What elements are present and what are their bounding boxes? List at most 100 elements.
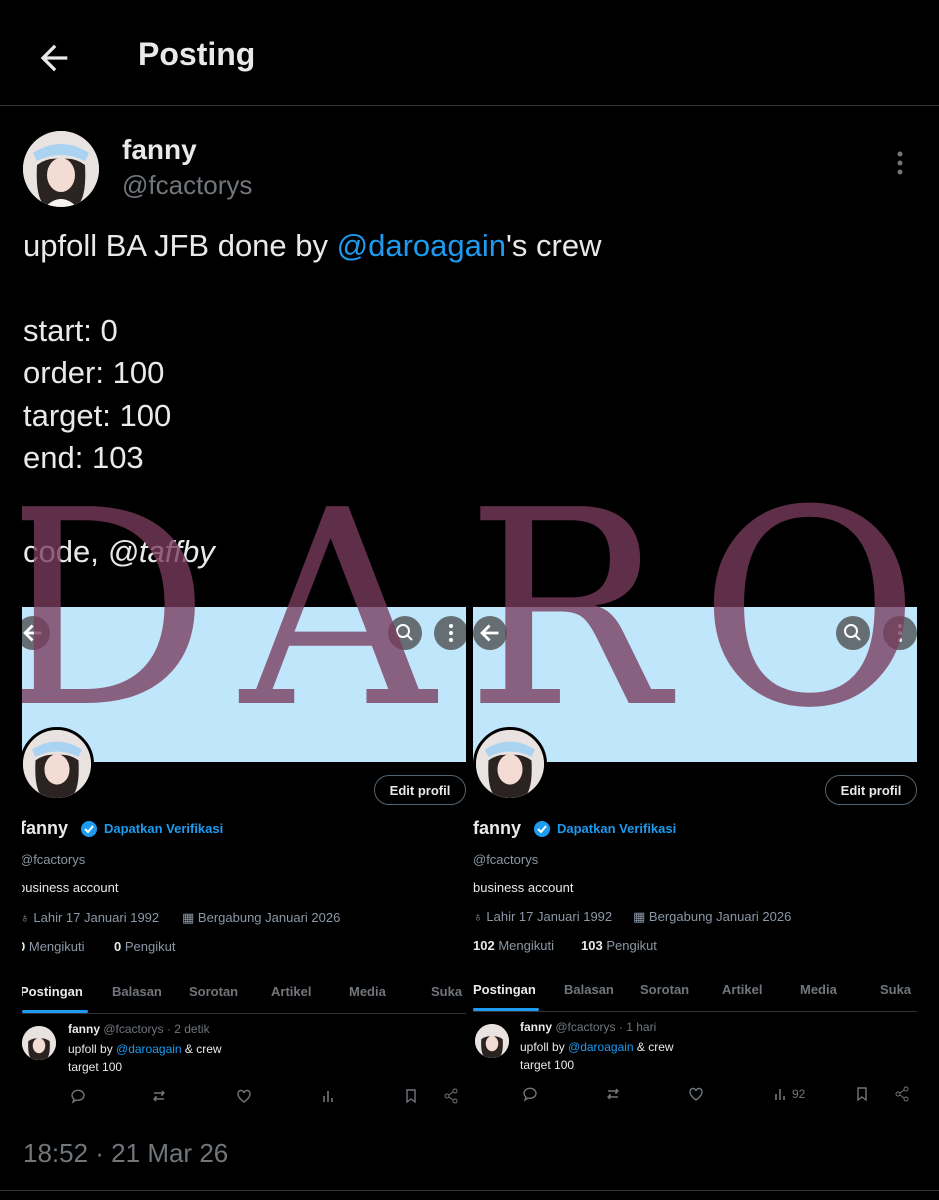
joined-info: ▦ Bergabung Januari 2026: [182, 910, 340, 926]
following-count: 0: [22, 939, 25, 954]
profile-tabs: Postingan Balasan Sorotan Artikel Media …: [473, 982, 917, 1012]
bookmark-icon: [857, 1087, 867, 1102]
tab-media: Media: [349, 984, 386, 999]
post-text-prefix: upfoll by: [520, 1040, 569, 1054]
followers-label: Pengikut: [124, 939, 176, 954]
author-avatar[interactable]: [23, 131, 99, 207]
search-icon: [836, 616, 870, 650]
more-options-icon: [883, 616, 917, 650]
profile-name: fanny: [22, 818, 69, 838]
mention-link[interactable]: @daroagain: [337, 228, 506, 263]
post-text: upfoll by @daroagain & crew: [520, 1040, 674, 1054]
bookmark-icon: [406, 1089, 416, 1104]
tweet-line-end: end: 103: [23, 440, 144, 475]
following-label: Mengikuti: [28, 939, 85, 954]
tab-media: Media: [800, 982, 837, 997]
back-arrow-icon: [22, 616, 50, 650]
tab-postingan: Postingan: [22, 984, 83, 999]
post-meta: @fcactorys · 1 hari: [555, 1020, 657, 1034]
get-verified-link: Dapatkan Verifikasi: [104, 821, 224, 836]
post-avatar: [22, 1026, 56, 1060]
post-header: fanny @fcactorys · 2 detik: [68, 1022, 210, 1036]
joined-date: Bergabung Januari 2026: [197, 910, 341, 925]
birth-date: Lahir 17 Januari 1992: [486, 909, 613, 924]
attached-screenshot-2[interactable]: Edit profil fanny Dapatkan Verifikasi @f…: [473, 607, 917, 1117]
tweet-line-target: target: 100: [23, 398, 172, 433]
post-timestamp: 18:52 · 21 Mar 26: [23, 1138, 229, 1168]
edit-profile-button: Edit profil: [374, 775, 466, 805]
divider: [0, 1190, 939, 1191]
code-mention[interactable]: @taffby: [107, 534, 214, 569]
author-handle[interactable]: @fcactorys: [122, 170, 252, 201]
author-name[interactable]: fanny: [122, 134, 197, 166]
profile-handle: @fcactorys: [22, 852, 86, 867]
joined-info: ▦ Bergabung Januari 2026: [633, 909, 791, 925]
balloon-icon: ♁: [473, 909, 483, 924]
edit-profile-button: Edit profil: [825, 775, 917, 805]
tab-artikel: Artikel: [271, 984, 312, 999]
divider: [473, 1011, 917, 1012]
like-icon: [237, 1089, 251, 1103]
page-title: Posting: [138, 36, 256, 72]
post-text-suffix: & crew: [633, 1040, 674, 1054]
tweet-text-prefix: upfoll BA JFB done by: [23, 228, 337, 263]
divider: [22, 1013, 466, 1014]
post-text-prefix: upfoll by: [68, 1042, 117, 1056]
views-icon: [323, 1091, 333, 1102]
share-icon: [444, 1088, 458, 1104]
following-stat: 0 Mengikuti: [22, 939, 85, 954]
tweet-line-code: code, @taffby: [23, 531, 215, 573]
tab-postingan: Postingan: [473, 982, 536, 997]
post-text: upfoll by @daroagain & crew: [68, 1042, 222, 1056]
profile-name: fanny: [473, 818, 522, 838]
tab-artikel: Artikel: [722, 982, 763, 997]
tweet-text-suffix: 's crew: [506, 228, 602, 263]
top-bar: Posting: [0, 0, 939, 106]
followers-count: 103: [581, 938, 603, 953]
profile-tabs: Postingan Balasan Sorotan Artikel Media …: [22, 984, 466, 1014]
birth-info: ♁ Lahir 17 Januari 1992: [22, 910, 159, 925]
verified-badge-icon: [81, 821, 97, 837]
birth-info: ♁ Lahir 17 Januari 1992: [473, 909, 612, 924]
profile-avatar: [473, 727, 547, 801]
joined-date: Bergabung Januari 2026: [648, 909, 792, 924]
like-icon: [689, 1087, 703, 1101]
verified-badge-icon: [534, 821, 550, 837]
post-author: fanny: [520, 1020, 553, 1034]
post-author: fanny: [68, 1022, 101, 1036]
following-label: Mengikuti: [498, 938, 554, 953]
birth-date: Lahir 17 Januari 1992: [33, 910, 160, 925]
post-mention: @daroagain: [116, 1042, 182, 1056]
profile-avatar: [22, 727, 94, 801]
attached-screenshot-1[interactable]: Edit profil fanny Dapatkan Verifikasi @f…: [22, 607, 466, 1117]
more-options-icon[interactable]: [888, 148, 912, 178]
post-header: fanny @fcactorys · 1 hari: [520, 1020, 656, 1034]
back-arrow-icon: [473, 616, 507, 650]
profile-bio: business account: [473, 880, 574, 895]
post-avatar: [475, 1024, 509, 1058]
calendar-icon: ▦: [633, 909, 646, 924]
get-verified-link: Dapatkan Verifikasi: [557, 821, 677, 836]
tab-balasan: Balasan: [112, 984, 162, 999]
tab-suka: Suka: [880, 982, 912, 997]
tab-suka: Suka: [431, 984, 463, 999]
following-stat: 102 Mengikuti: [473, 938, 554, 953]
profile-bio: business account: [22, 880, 119, 895]
search-icon: [388, 616, 422, 650]
tab-balasan: Balasan: [564, 982, 614, 997]
followers-stat: 0 Pengikut: [114, 939, 175, 954]
reply-icon: [71, 1089, 85, 1104]
repost-icon: [153, 1090, 165, 1102]
tweet-line-order: order: 100: [23, 355, 165, 390]
post-mention: @daroagain: [568, 1040, 634, 1054]
balloon-icon: ♁: [22, 910, 30, 925]
post-text-suffix: & crew: [181, 1042, 222, 1056]
back-arrow-icon[interactable]: [34, 38, 74, 78]
followers-label: Pengikut: [606, 938, 657, 953]
reply-icon: [523, 1087, 537, 1102]
tweet-line-start: start: 0: [23, 313, 118, 348]
code-label: code,: [23, 534, 108, 569]
share-icon: [895, 1086, 909, 1102]
followers-stat: 103 Pengikut: [581, 938, 657, 953]
tab-sorotan: Sorotan: [640, 982, 690, 997]
